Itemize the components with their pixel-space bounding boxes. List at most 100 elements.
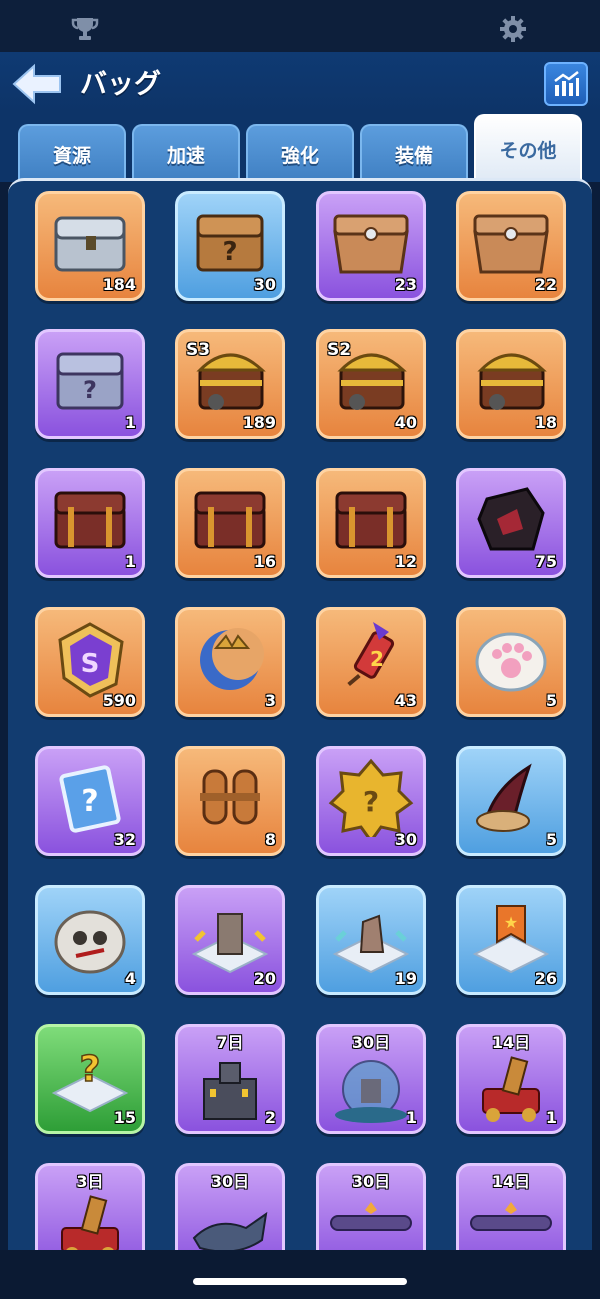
item-slot[interactable]: S3 189 — [175, 329, 285, 439]
item-slot[interactable]: 184 — [35, 191, 145, 301]
relocate-mystery-icon: ? — [51, 1048, 129, 1113]
relocate-banner-icon: ★ — [472, 905, 550, 974]
item-slot[interactable]: ? 32 — [35, 746, 145, 856]
relocate-statue-icon — [332, 914, 410, 974]
jetpack-icon — [200, 769, 260, 825]
svg-text:?: ? — [81, 784, 98, 819]
item-slot[interactable]: 5 — [456, 746, 566, 856]
red-chest-icon — [54, 491, 126, 549]
item-slot[interactable]: 30日 1 — [316, 1024, 426, 1134]
season-tag: S3 — [186, 340, 211, 360]
duration-label: 14日 — [491, 1033, 531, 1052]
mystery-chest-icon: ? — [196, 214, 264, 272]
cannon-skin-icon — [61, 1195, 119, 1250]
item-slot[interactable]: 20 — [175, 885, 285, 995]
item-slot[interactable]: 2 43 — [316, 607, 426, 717]
home-indicator[interactable] — [193, 1278, 407, 1285]
paw-token-icon — [475, 632, 547, 692]
item-slot[interactable]: 3 — [175, 607, 285, 717]
relocate-building-icon — [191, 913, 269, 974]
item-panel[interactable]: 184? 30 23 22? 1 S3 189 S2 40 18 1 16 12 75 S 590 3 2 43 5?… — [8, 178, 592, 1250]
gold-chest-icon — [477, 353, 547, 410]
item-count: 43 — [394, 691, 417, 710]
item-count: 5 — [545, 830, 557, 849]
nameplate-icon — [330, 1202, 412, 1231]
item-count: 23 — [394, 275, 417, 294]
item-slot[interactable]: 4 — [35, 885, 145, 995]
duration-label: 30日 — [351, 1033, 391, 1052]
item-slot[interactable]: 14日 1 — [456, 1024, 566, 1134]
item-slot[interactable]: 3日 — [35, 1163, 145, 1250]
item-slot[interactable]: 18 — [456, 329, 566, 439]
duration-label: 14日 — [491, 1172, 531, 1191]
horn-icon — [476, 763, 532, 832]
item-count: 15 — [113, 1108, 136, 1127]
item-slot[interactable]: 7日 2 — [175, 1024, 285, 1134]
item-grid: 184? 30 23 22? 1 S3 189 S2 40 18 1 16 12 75 S 590 3 2 43 5?… — [8, 181, 592, 1250]
item-slot[interactable]: 14日 — [456, 1163, 566, 1250]
item-count: 18 — [534, 413, 557, 432]
red-chest-icon — [335, 491, 407, 549]
item-slot[interactable]: ? 30 — [316, 746, 426, 856]
item-slot[interactable]: 30日 — [175, 1163, 285, 1250]
top-bar — [0, 0, 600, 52]
item-count: 20 — [253, 969, 276, 988]
item-slot[interactable]: ★ 26 — [456, 885, 566, 995]
svg-text:?: ? — [222, 237, 237, 267]
mystery-card-icon: ? — [59, 765, 121, 833]
tab-equipment[interactable]: 装備 — [360, 124, 468, 182]
item-count: 2 — [264, 1108, 276, 1127]
nameplate-icon — [470, 1202, 552, 1231]
item-count: 30 — [394, 830, 417, 849]
item-slot[interactable]: ? 30 — [175, 191, 285, 301]
tab-boosts[interactable]: 強化 — [246, 124, 354, 182]
tab-speedups[interactable]: 加速 — [132, 124, 240, 182]
silver-chest-icon — [54, 216, 126, 272]
purple-shard-icon: S — [58, 622, 124, 698]
bottom-bar — [0, 1250, 600, 1299]
item-count: 12 — [394, 552, 417, 571]
item-count: 5 — [545, 691, 557, 710]
item-slot[interactable]: 5 — [456, 607, 566, 717]
item-count: 16 — [253, 552, 276, 571]
svg-text:?: ? — [83, 376, 97, 404]
tab-other[interactable]: その他 — [474, 114, 582, 182]
item-slot[interactable]: S 590 — [35, 607, 145, 717]
dark-crystal-icon — [477, 487, 545, 551]
item-slot[interactable]: ? 15 — [35, 1024, 145, 1134]
stats-chart-icon — [554, 71, 579, 96]
item-slot[interactable]: 1 — [35, 468, 145, 578]
tab-resources[interactable]: 資源 — [18, 124, 126, 182]
item-slot[interactable]: 75 — [456, 468, 566, 578]
item-count: 40 — [394, 413, 417, 432]
trophy-icon[interactable] — [70, 14, 100, 44]
page-title: バッグ — [80, 69, 161, 100]
item-slot[interactable]: 8 — [175, 746, 285, 856]
mystery-badge-icon: ? — [328, 758, 414, 837]
item-count: 30 — [253, 275, 276, 294]
wood-chest-icon — [333, 214, 409, 274]
svg-text:?: ? — [80, 1049, 101, 1090]
item-count: 590 — [102, 691, 136, 710]
item-slot[interactable]: 19 — [316, 885, 426, 995]
duration-label: 3日 — [76, 1172, 104, 1191]
item-slot[interactable]: 22 — [456, 191, 566, 301]
cannon-skin-icon — [482, 1056, 540, 1122]
item-count: 22 — [534, 275, 557, 294]
item-slot[interactable]: S2 40 — [316, 329, 426, 439]
item-slot[interactable]: 12 — [316, 468, 426, 578]
item-count: 1 — [124, 552, 136, 571]
globe-skin-icon — [335, 1060, 407, 1123]
item-slot[interactable]: 23 — [316, 191, 426, 301]
item-slot[interactable]: 30日 — [316, 1163, 426, 1250]
item-count: 189 — [242, 413, 276, 432]
item-slot[interactable]: ? 1 — [35, 329, 145, 439]
item-count: 4 — [124, 969, 136, 988]
gear-icon[interactable] — [498, 14, 528, 44]
stats-button[interactable] — [544, 62, 588, 106]
season-tag: S2 — [327, 340, 352, 360]
svg-text:2: 2 — [370, 647, 384, 671]
svg-text:S: S — [81, 649, 100, 679]
back-arrow-icon[interactable] — [10, 60, 64, 108]
item-slot[interactable]: 16 — [175, 468, 285, 578]
